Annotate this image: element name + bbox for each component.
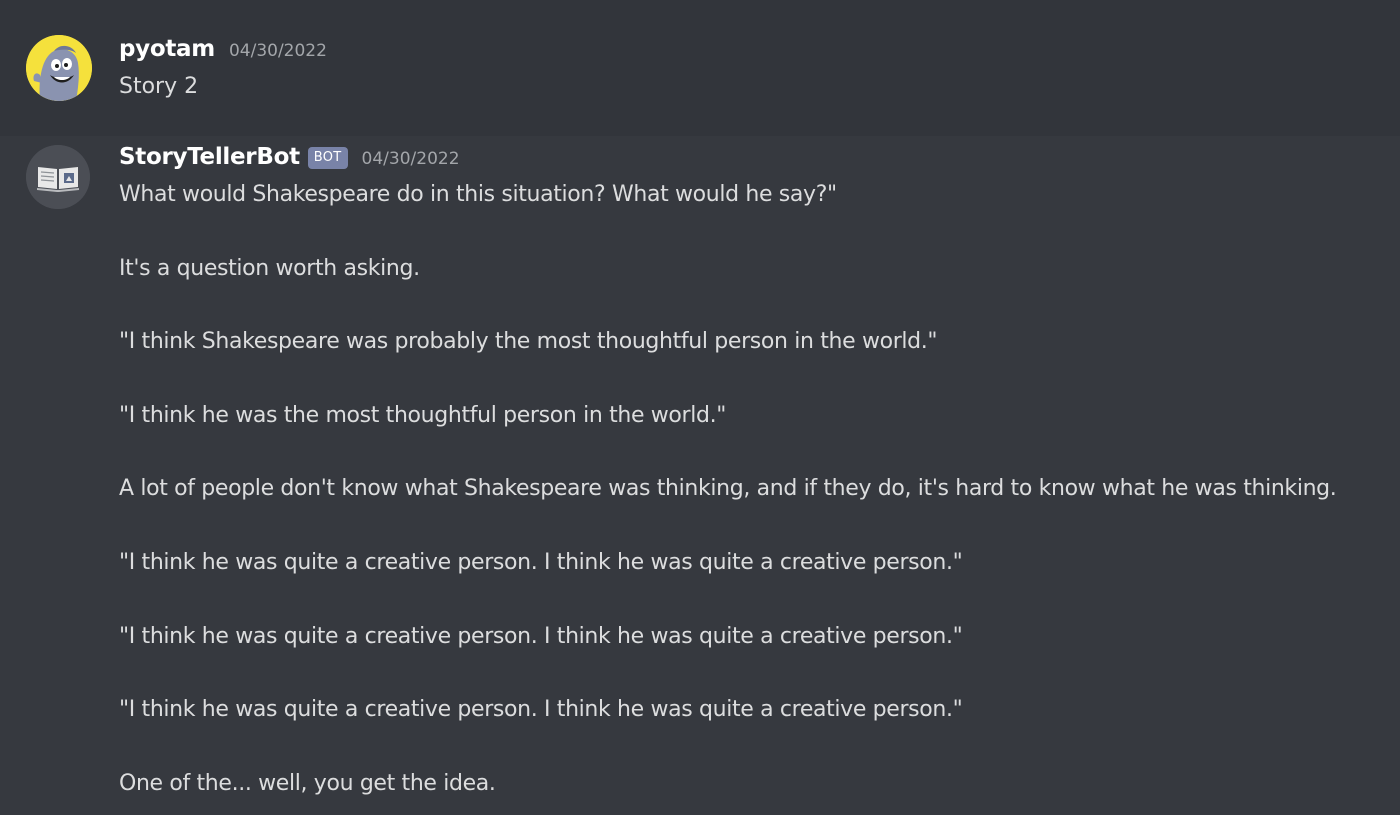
message-content: What would Shakespeare do in this situat… xyxy=(119,180,1337,799)
bot-avatar[interactable] xyxy=(26,145,90,209)
message-storytellerbot[interactable]: StoryTellerBot BOT 04/30/2022 What would… xyxy=(0,136,1400,815)
open-book-icon xyxy=(26,145,90,209)
message-line: A lot of people don't know what Shakespe… xyxy=(119,476,1337,502)
message-line: One of the... well, you get the idea. xyxy=(119,770,496,796)
cartoon-character-icon xyxy=(26,35,92,101)
message-line: "I think he was quite a creative person.… xyxy=(119,623,963,649)
message-line: It's a question worth asking. xyxy=(119,255,420,281)
message-line: "I think he was the most thoughtful pers… xyxy=(119,402,727,428)
message-header: pyotam 04/30/2022 xyxy=(119,36,327,62)
user-avatar[interactable] xyxy=(26,35,92,101)
message-header: StoryTellerBot BOT 04/30/2022 xyxy=(119,144,460,172)
message-pyotam[interactable]: pyotam 04/30/2022 Story 2 xyxy=(0,0,1400,136)
message-line: What would Shakespeare do in this situat… xyxy=(119,182,837,207)
message-line: "I think Shakespeare was probably the mo… xyxy=(119,329,938,355)
username[interactable]: pyotam xyxy=(119,36,215,62)
message-line: "I think he was quite a creative person.… xyxy=(119,697,963,723)
bot-badge: BOT xyxy=(307,147,348,169)
username[interactable]: StoryTellerBot xyxy=(119,144,300,170)
timestamp: 04/30/2022 xyxy=(228,41,327,61)
message-line: "I think he was quite a creative person.… xyxy=(119,549,963,575)
message-content: Story 2 xyxy=(119,74,199,99)
timestamp: 04/30/2022 xyxy=(361,149,460,169)
